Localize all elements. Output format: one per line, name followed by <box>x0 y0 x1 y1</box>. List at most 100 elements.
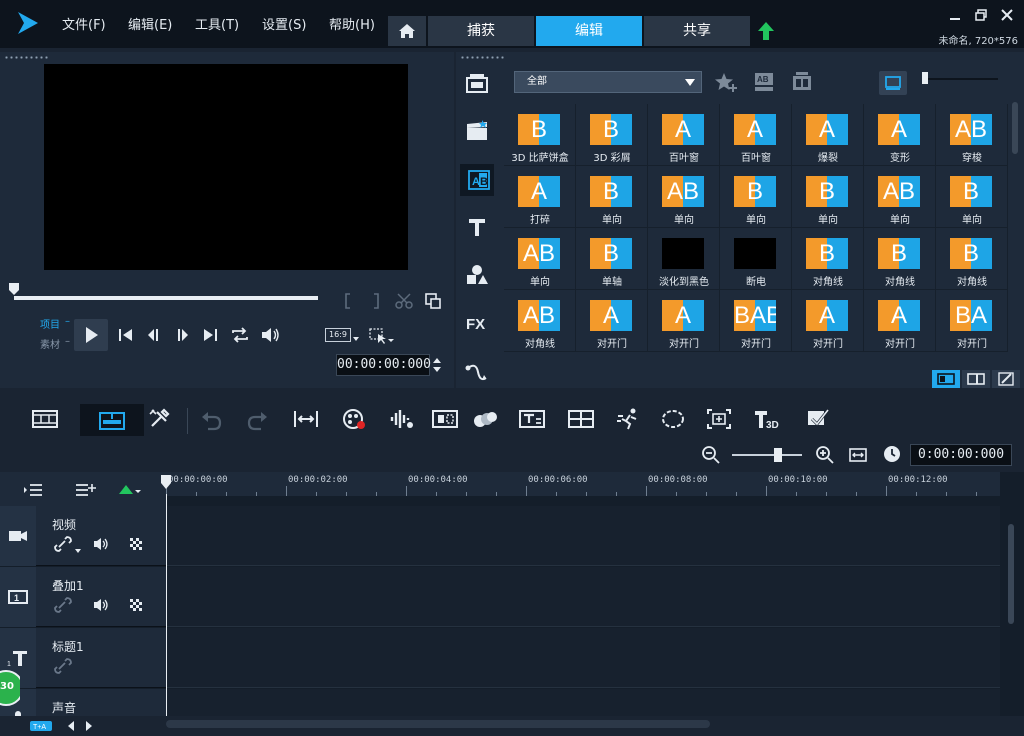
instant-project-icon[interactable] <box>464 118 490 144</box>
ripple-edit-icon[interactable] <box>128 536 144 552</box>
transition-item[interactable]: AB 穿梭 <box>936 104 1008 166</box>
redo-icon[interactable] <box>243 408 273 434</box>
fit-project-icon[interactable] <box>848 445 868 465</box>
mode-clip[interactable]: 素材 <box>40 336 60 351</box>
mark-out-icon[interactable] <box>370 292 382 310</box>
transition-item[interactable]: A 对开门 <box>792 290 864 352</box>
transition-item[interactable]: BAB 对开门 <box>720 290 792 352</box>
3d-title-editor-icon[interactable]: 3D <box>752 406 782 432</box>
menu-file[interactable]: 文件(F) <box>62 14 106 33</box>
library-panel-grip[interactable] <box>460 56 506 59</box>
track-header[interactable]: 1 叠加1 <box>0 567 166 627</box>
ripple-edit-icon[interactable] <box>128 597 144 613</box>
aspect-ratio-button[interactable]: 16:9 <box>325 328 351 342</box>
track-mute-icon[interactable] <box>92 597 110 613</box>
split-clip-icon[interactable] <box>394 292 414 310</box>
add-to-favorites-icon[interactable] <box>713 70 739 94</box>
transition-item[interactable]: BA 对开门 <box>936 290 1008 352</box>
record-capture-icon[interactable] <box>340 406 370 432</box>
badge-30[interactable]: 30 <box>0 668 20 708</box>
project-duration-timecode[interactable]: 0:00:00:000 <box>910 444 1012 466</box>
scroll-left-icon[interactable] <box>66 720 76 732</box>
motion-tracking-icon[interactable] <box>430 406 460 432</box>
filters-fx-icon[interactable]: FX <box>464 310 490 336</box>
timeline-vertical-scrollbar[interactable] <box>1008 524 1014 624</box>
transition-item[interactable]: A 对开门 <box>576 290 648 352</box>
track-lane[interactable] <box>166 628 1000 688</box>
transition-item[interactable]: AB 单向 <box>648 166 720 228</box>
previous-frame-icon[interactable] <box>144 324 166 346</box>
end-jump-icon[interactable] <box>200 324 222 346</box>
edit-properties-button[interactable] <box>992 370 1020 388</box>
title-icon[interactable] <box>464 214 490 240</box>
auto-music-icon[interactable] <box>386 406 416 432</box>
mask-creator-icon[interactable] <box>658 406 688 432</box>
transition-item[interactable]: A 对开门 <box>864 290 936 352</box>
menu-settings[interactable]: 设置(S) <box>262 14 306 33</box>
thumbnail-size-slider[interactable] <box>922 78 998 80</box>
menu-help[interactable]: 帮助(H) <box>329 14 375 33</box>
timeline-ruler[interactable]: 00:00:00:00 00:00:02:00 00:00:04:00 00:00:0… <box>166 472 1000 496</box>
menu-edit[interactable]: 编辑(E) <box>128 14 172 33</box>
volume-icon[interactable] <box>259 324 281 346</box>
link-options-chevron-icon[interactable] <box>74 548 82 554</box>
split-screen-template-icon[interactable] <box>804 406 834 432</box>
path-motion-icon[interactable] <box>464 358 490 384</box>
add-remove-chapter-icon[interactable] <box>74 482 96 498</box>
mark-in-icon[interactable] <box>342 292 354 310</box>
minimize-icon[interactable] <box>947 8 963 22</box>
subtitle-editor-icon[interactable] <box>517 406 547 432</box>
mode-project[interactable]: 项目 <box>40 316 60 331</box>
transition-item[interactable]: B 3D 比萨饼盒 <box>504 104 576 166</box>
transition-item[interactable]: B 单轴 <box>576 228 648 290</box>
transition-item[interactable]: A 对开门 <box>648 290 720 352</box>
transition-item[interactable]: AB 单向 <box>864 166 936 228</box>
tab-share[interactable]: 共享 <box>644 16 750 46</box>
transition-item[interactable]: A 百叶窗 <box>648 104 720 166</box>
transition-item[interactable]: 断电 <box>720 228 792 290</box>
track-header[interactable]: 视频 <box>0 506 166 566</box>
home-tab[interactable] <box>388 16 426 46</box>
chapter-marker-icon[interactable] <box>116 482 142 498</box>
undo-icon[interactable] <box>196 408 226 434</box>
scrub-bar[interactable] <box>14 296 318 300</box>
graphics-icon[interactable] <box>464 262 490 288</box>
track-lane[interactable] <box>166 506 1000 566</box>
transition-item[interactable]: A 变形 <box>864 104 936 166</box>
transition-item[interactable]: B 对角线 <box>936 228 1008 290</box>
transition-item[interactable]: B 对角线 <box>864 228 936 290</box>
transitions-icon[interactable]: AB <box>466 167 492 193</box>
view-mode-button[interactable] <box>879 71 907 95</box>
panel-grip[interactable] <box>4 56 50 59</box>
zoom-in-icon[interactable] <box>814 444 836 466</box>
playhead-handle[interactable] <box>160 474 172 490</box>
storyboard-view-icon[interactable] <box>30 406 60 432</box>
menu-tools[interactable]: 工具(T) <box>195 14 239 33</box>
link-icon[interactable] <box>54 658 72 674</box>
enlarge-preview-icon[interactable] <box>424 292 442 310</box>
library-scrollbar[interactable] <box>1012 102 1018 154</box>
restore-icon[interactable] <box>973 8 989 22</box>
tab-capture[interactable]: 捕获 <box>428 16 534 46</box>
link-icon[interactable] <box>54 536 72 552</box>
tab-edit[interactable]: 编辑 <box>536 16 642 46</box>
time-remapping-icon[interactable] <box>614 406 644 432</box>
transition-item[interactable]: B 单向 <box>792 166 864 228</box>
transition-item[interactable]: AB 对角线 <box>504 290 576 352</box>
scroll-right-icon[interactable] <box>84 720 94 732</box>
transition-item[interactable]: 淡化到黑色 <box>648 228 720 290</box>
transition-item[interactable]: A 爆裂 <box>792 104 864 166</box>
track-lane[interactable] <box>166 567 1000 627</box>
next-frame-icon[interactable] <box>170 324 192 346</box>
transition-item[interactable]: B 3D 彩屑 <box>576 104 648 166</box>
color-grading-icon[interactable] <box>470 406 500 432</box>
track-header[interactable]: 1 标题1 <box>0 628 166 688</box>
category-dropdown[interactable]: 全部 <box>514 71 702 93</box>
timecode-stepper[interactable] <box>431 354 443 376</box>
show-library-button[interactable] <box>932 370 960 388</box>
close-icon[interactable] <box>999 8 1015 22</box>
track-mute-icon[interactable] <box>92 536 110 552</box>
zoom-slider-handle[interactable] <box>774 448 782 462</box>
transition-item[interactable]: B 单向 <box>720 166 792 228</box>
transition-item[interactable]: B 对角线 <box>792 228 864 290</box>
